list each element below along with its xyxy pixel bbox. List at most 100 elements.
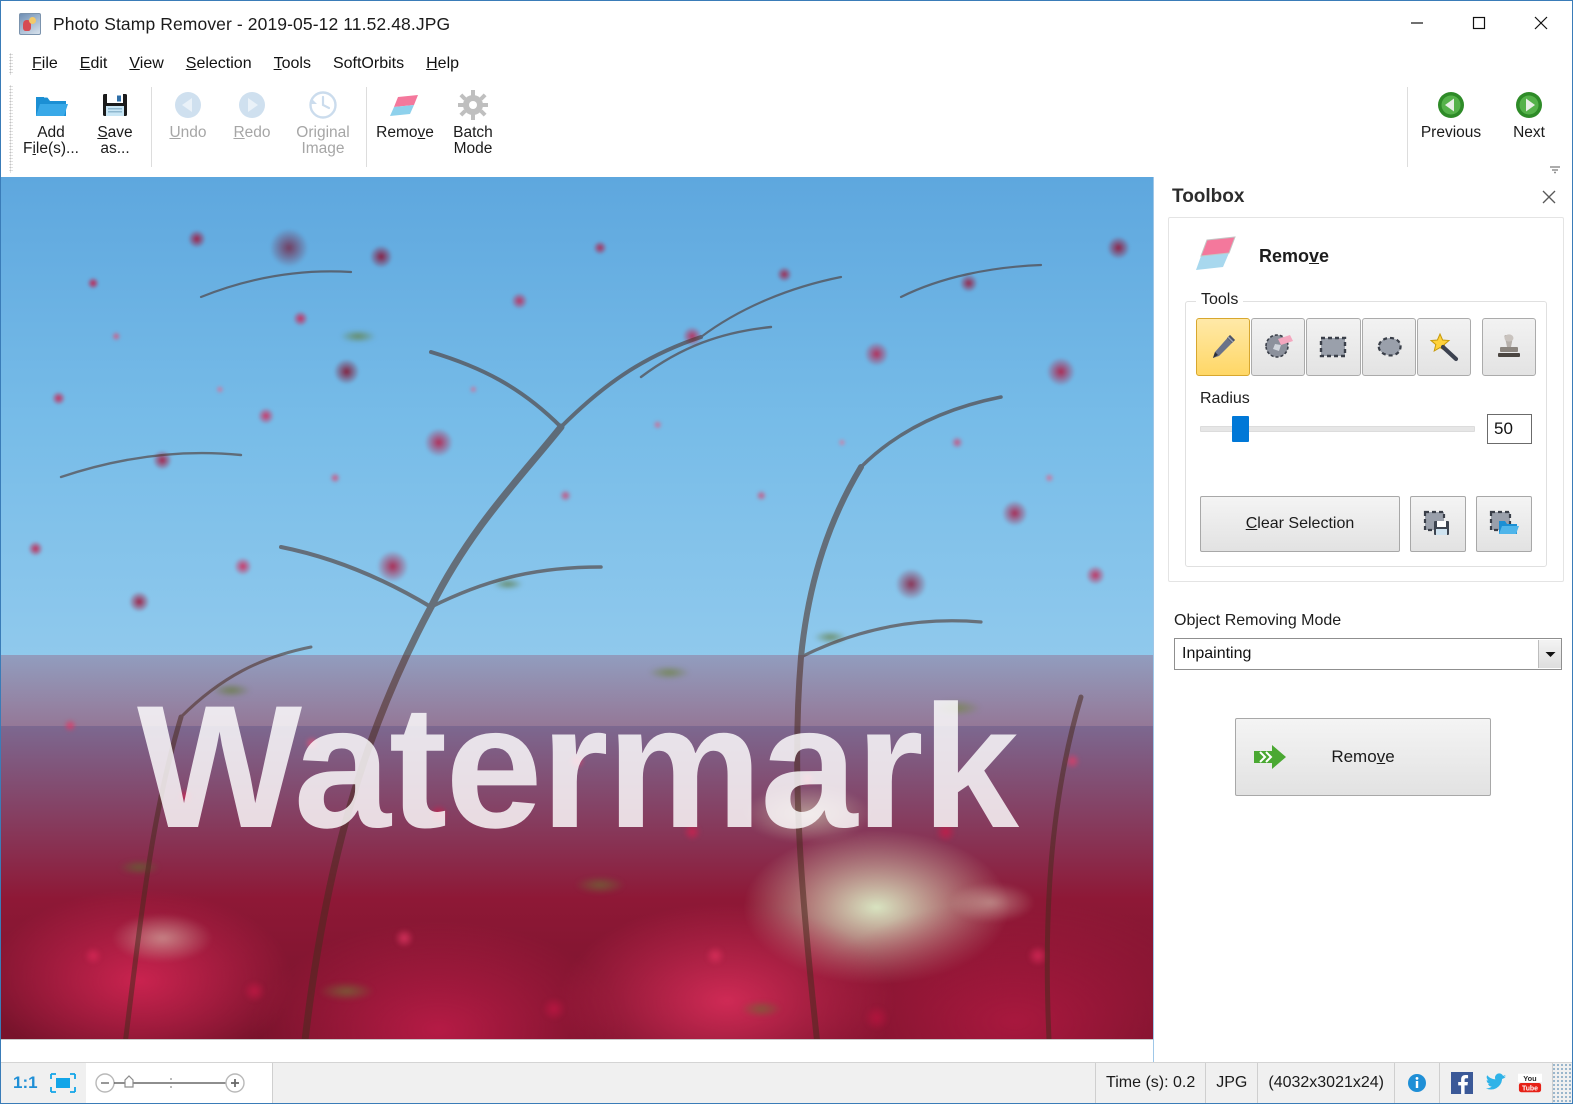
svg-text:Tube: Tube — [1522, 1085, 1538, 1092]
open-folder-icon — [34, 88, 68, 122]
ribbon-expand-icon[interactable] — [1548, 163, 1562, 175]
social-links-cell: You Tube — [1440, 1063, 1553, 1103]
object-removing-mode-label: Object Removing Mode — [1174, 612, 1342, 629]
tools-group-label: Tools — [1196, 291, 1244, 309]
radius-slider-thumb[interactable] — [1231, 416, 1249, 442]
remove-toolbar-button[interactable]: Remove — [371, 81, 439, 177]
lasso-select-tool[interactable] — [1361, 318, 1416, 376]
toolbar-group-actions: Remove Batch Mode — [371, 81, 507, 177]
toolbox-title: Toolbox — [1172, 186, 1245, 207]
remove-button-label: Remove — [1331, 747, 1395, 766]
menu-item-edit[interactable]: Edit — [69, 52, 119, 76]
photo-branches-layer — [59, 263, 1084, 1062]
stamp-tool[interactable] — [1481, 318, 1537, 376]
toolbar-group-navigation: Previous Next — [1403, 81, 1568, 177]
window-title: Photo Stamp Remover - 2019-05-12 11.52.4… — [53, 13, 451, 34]
photo-image: Watermark — [1, 177, 1153, 1062]
resize-grip[interactable] — [1553, 1063, 1572, 1103]
magic-wand-tool[interactable] — [1416, 318, 1471, 376]
twitter-icon[interactable] — [1484, 1071, 1508, 1095]
remove-tool-header: Remove — [1181, 228, 1551, 293]
toolbar: Add File(s)... Save as... Undo Redo Orig… — [1, 81, 1572, 177]
image-canvas[interactable]: Watermark — [1, 177, 1153, 1062]
redo-arrow-icon — [236, 88, 268, 122]
previous-label: Previous — [1420, 124, 1482, 141]
clear-selection-button[interactable]: Clear Selection — [1200, 496, 1400, 552]
undo-button[interactable]: Undo — [156, 81, 220, 177]
menu-bar: File Edit View Selection Tools SoftOrbit… — [1, 47, 1572, 81]
clock-revert-icon — [307, 88, 339, 122]
zoom-slider[interactable] — [85, 1063, 273, 1103]
radius-input[interactable]: 50 — [1487, 414, 1532, 444]
canvas-bottom-strip — [1, 1039, 1153, 1062]
batch-mode-label-1: Batch — [453, 124, 493, 141]
redo-button[interactable]: Redo — [220, 81, 284, 177]
add-files-label-2: File(s)... — [23, 139, 79, 157]
toolbar-drag-grip[interactable] — [9, 85, 13, 173]
title-bar: Photo Stamp Remover - 2019-05-12 11.52.4… — [1, 1, 1572, 47]
tools-groupbox: Tools Radius 50 C lear Selection — [1185, 291, 1547, 567]
load-selection-icon[interactable] — [1476, 496, 1532, 552]
toolbar-group-file: Add File(s)... Save as... — [19, 81, 147, 177]
zoom-ratio-label[interactable]: 1:1 — [13, 1073, 38, 1093]
format-cell: JPG — [1206, 1063, 1259, 1103]
eraser-icon — [388, 88, 422, 122]
radius-row: 50 — [1196, 414, 1536, 444]
radius-label: Radius — [1200, 390, 1250, 407]
green-arrow-icon — [1252, 742, 1294, 772]
batch-mode-button[interactable]: Batch Mode — [439, 81, 507, 177]
zoom-ratio-cell: 1:1 — [1, 1063, 86, 1103]
close-icon[interactable] — [1510, 1, 1572, 45]
toolbox-header: Toolbox — [1154, 177, 1572, 217]
window-controls — [1386, 1, 1572, 45]
remove-tool-title: Remove — [1259, 246, 1330, 266]
youtube-icon[interactable]: You Tube — [1518, 1071, 1542, 1095]
undo-label: Undo — [169, 124, 207, 141]
menu-item-selection[interactable]: Selection — [175, 52, 263, 76]
object-removing-mode-select[interactable]: Inpainting — [1174, 638, 1562, 670]
menu-item-tools[interactable]: Tools — [263, 52, 322, 76]
menu-item-help[interactable]: Help — [415, 52, 470, 76]
menu-item-file[interactable]: File — [21, 52, 69, 76]
toolbox-close-icon[interactable] — [1536, 184, 1562, 210]
selection-actions-row: Clear Selection — [1200, 496, 1532, 552]
object-removing-mode-value: Inpainting — [1182, 645, 1252, 662]
batch-mode-label-2: Mode — [453, 139, 493, 157]
fit-to-window-icon[interactable] — [48, 1072, 78, 1094]
eraser-tool[interactable] — [1251, 318, 1306, 376]
minimize-icon[interactable] — [1386, 1, 1448, 45]
remove-button[interactable]: Remove — [1235, 718, 1491, 796]
previous-button[interactable]: Previous — [1412, 81, 1490, 177]
photo-stamp-remover-icon — [19, 13, 41, 35]
save-as-label-2: as... — [100, 139, 130, 157]
original-image-label-2: Image — [301, 139, 345, 157]
maximize-icon[interactable] — [1448, 1, 1510, 45]
menu-drag-grip[interactable] — [9, 53, 13, 75]
previous-arrow-icon — [1436, 88, 1466, 122]
pencil-tool[interactable] — [1196, 318, 1251, 376]
toolbar-group-history: Undo Redo Original Image — [156, 81, 362, 177]
remove-action-wrap: Remove — [1154, 718, 1572, 796]
original-image-button[interactable]: Original Image — [284, 81, 362, 177]
info-icon[interactable] — [1405, 1071, 1429, 1095]
toolbar-separator-3 — [1407, 87, 1408, 167]
info-cell[interactable] — [1395, 1063, 1440, 1103]
menu-item-softorbits[interactable]: SoftOrbits — [322, 52, 415, 76]
add-files-label-1: Add — [37, 124, 65, 141]
main-area: Watermark Toolbox Remove Tools Radius 50… — [1, 177, 1572, 1062]
application-window: Photo Stamp Remover - 2019-05-12 11.52.4… — [0, 0, 1573, 1104]
eraser-icon-large — [1195, 234, 1239, 279]
rectangle-select-tool[interactable] — [1306, 318, 1361, 376]
save-as-button[interactable]: Save as... — [83, 81, 147, 177]
toolbox-panel: Toolbox Remove Tools Radius 50 C lear Se… — [1153, 177, 1572, 1062]
facebook-icon[interactable] — [1450, 1071, 1474, 1095]
chevron-down-icon[interactable] — [1538, 640, 1561, 668]
add-files-button[interactable]: Add File(s)... — [19, 81, 83, 177]
status-spacer — [273, 1063, 1097, 1103]
toolbar-separator-1 — [151, 87, 152, 167]
radius-slider[interactable] — [1200, 416, 1475, 442]
menu-item-view[interactable]: View — [118, 52, 174, 76]
save-selection-icon[interactable] — [1410, 496, 1466, 552]
remove-toolbar-label: Remove — [376, 124, 434, 141]
redo-label: Redo — [233, 124, 271, 141]
